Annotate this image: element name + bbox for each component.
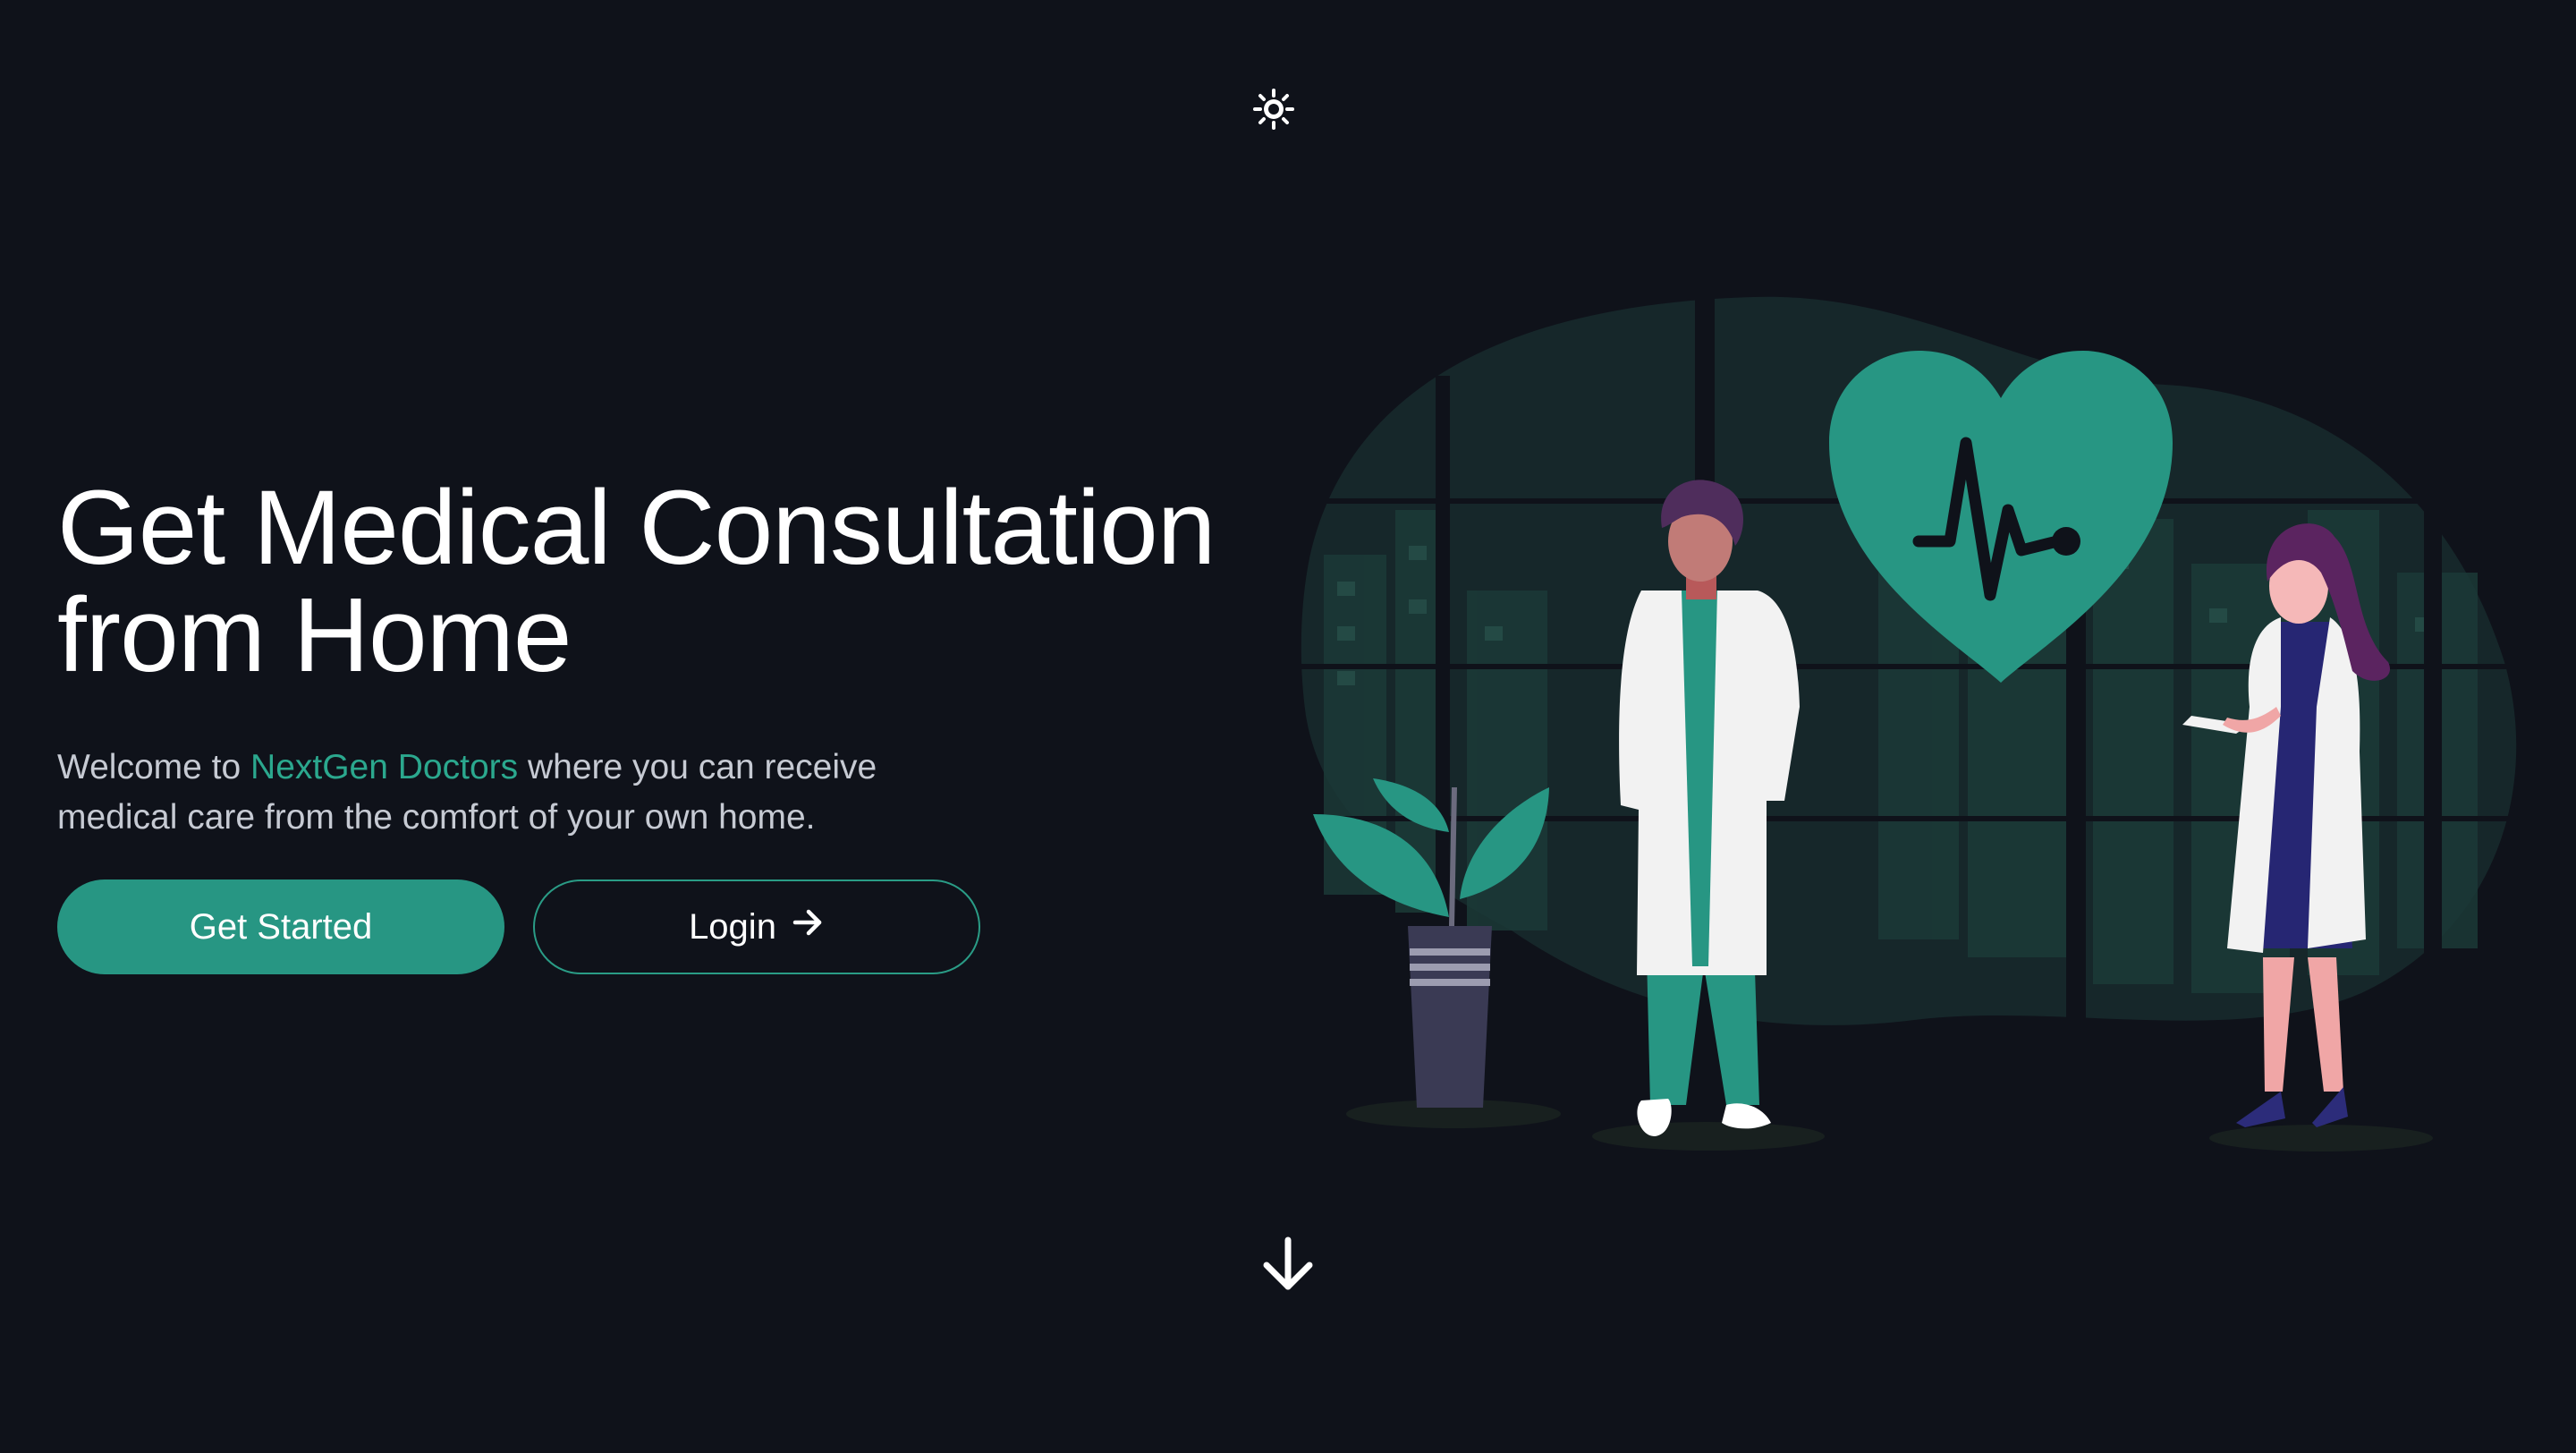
brand-name: NextGen Doctors xyxy=(250,748,519,786)
get-started-label: Get Started xyxy=(189,906,373,947)
hero-subtitle: Welcome to NextGen Doctors where you can… xyxy=(57,743,970,843)
arrow-down-icon xyxy=(1259,1236,1317,1298)
theme-toggle-button[interactable] xyxy=(1249,86,1299,136)
hero-title-line2: from Home xyxy=(57,576,572,694)
hero-actions: Get Started Login xyxy=(57,879,980,974)
arrow-right-icon xyxy=(791,905,825,948)
login-label: Login xyxy=(689,906,776,947)
hero-title-line1: Get Medical Consultation xyxy=(57,469,1216,587)
hero-title: Get Medical Consultation from Home xyxy=(57,474,1309,689)
doctors-illustration xyxy=(1288,286,2558,1181)
hero-section: Get Medical Consultation from Home Welco… xyxy=(57,474,1309,843)
get-started-button[interactable]: Get Started xyxy=(57,879,504,974)
sun-icon xyxy=(1252,88,1295,135)
subtitle-prefix: Welcome to xyxy=(57,748,251,786)
scroll-down-button[interactable] xyxy=(1259,1236,1317,1298)
login-button[interactable]: Login xyxy=(533,879,980,974)
